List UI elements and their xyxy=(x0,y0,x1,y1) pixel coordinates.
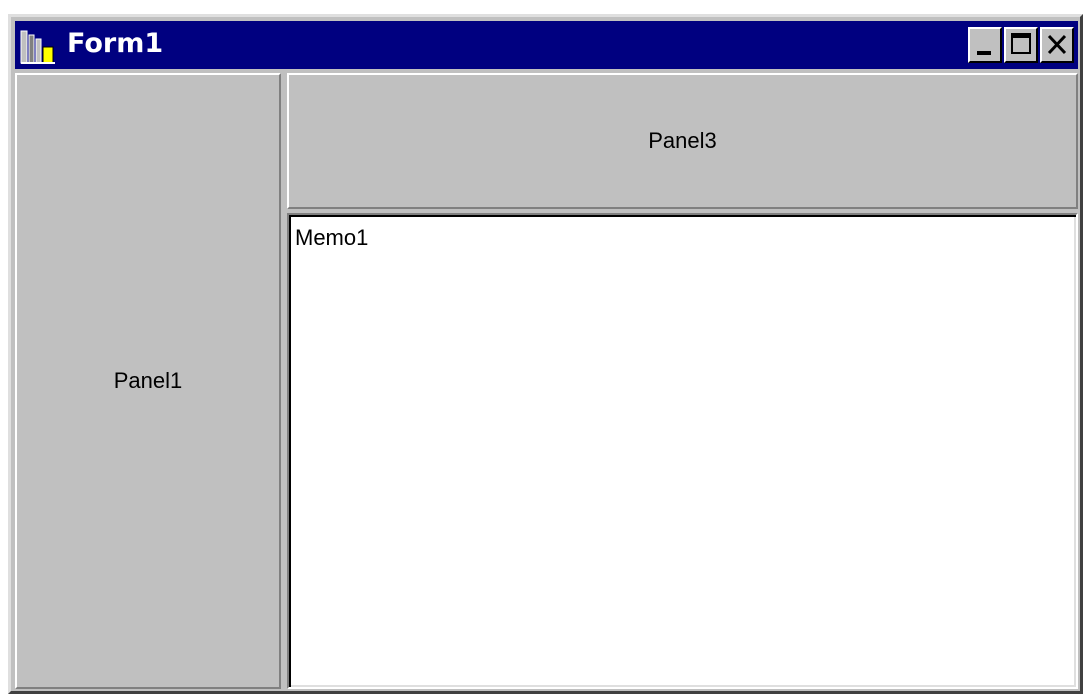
close-button[interactable] xyxy=(1040,27,1074,63)
minimize-button[interactable] xyxy=(968,27,1002,63)
window-title: Form1 xyxy=(67,28,164,59)
minimize-icon xyxy=(977,51,991,55)
panel1[interactable]: Panel1 xyxy=(15,73,281,689)
panel3[interactable]: Panel3 xyxy=(287,73,1078,209)
maximize-icon xyxy=(1011,33,1031,54)
client-area: Panel1 Panel3 Memo1 xyxy=(15,73,1078,689)
close-icon xyxy=(1047,34,1067,55)
background-strip xyxy=(0,0,1083,10)
delphi-app-icon xyxy=(20,30,55,64)
form-window: Form1 Panel1 Panel3 Memo1 xyxy=(8,14,1083,694)
memo1-textarea[interactable]: Memo1 xyxy=(287,213,1078,689)
title-bar[interactable]: Form1 xyxy=(15,21,1078,69)
panel1-caption: Panel1 xyxy=(113,368,183,393)
maximize-button[interactable] xyxy=(1004,27,1038,63)
panel3-caption: Panel3 xyxy=(648,128,717,153)
